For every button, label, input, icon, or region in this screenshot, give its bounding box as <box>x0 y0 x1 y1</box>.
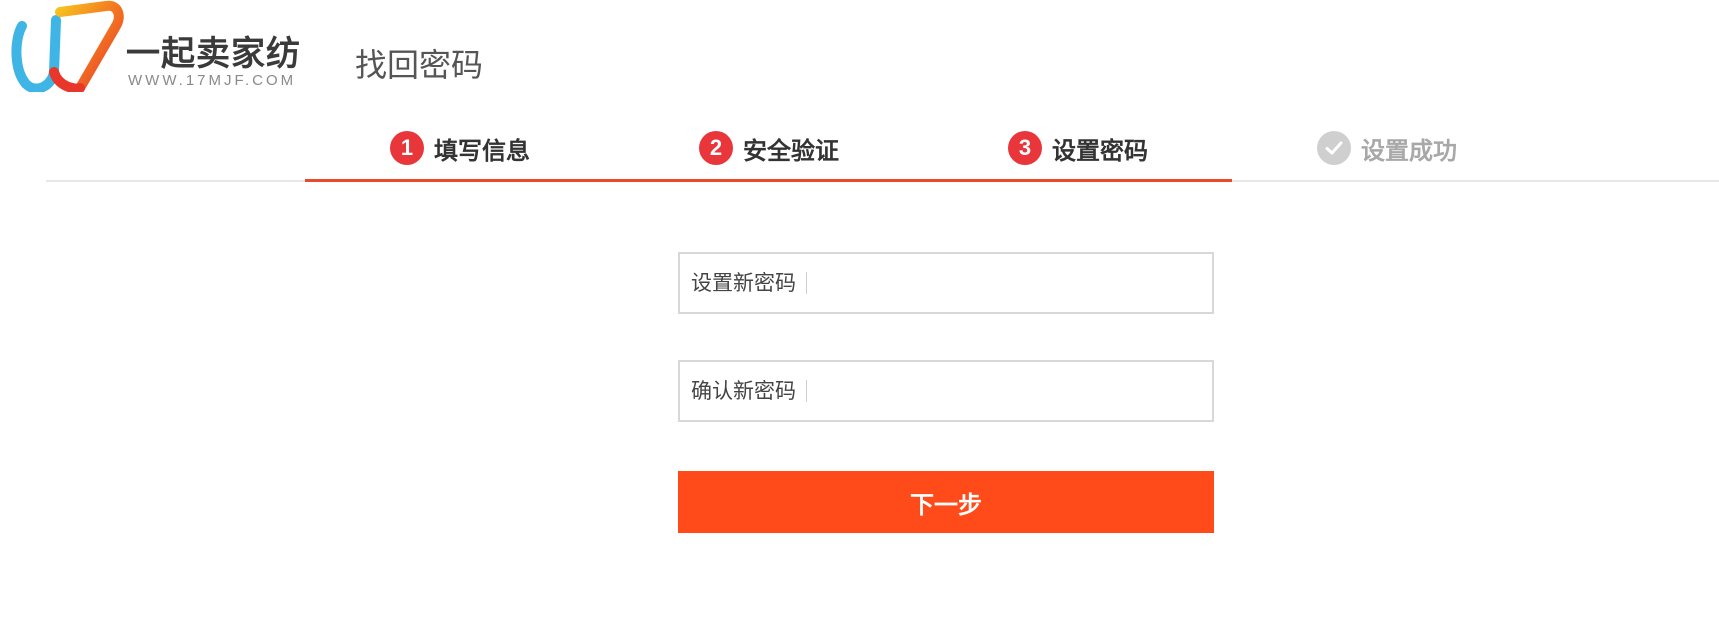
step-number-badge: 1 <box>390 131 424 165</box>
new-password-input[interactable] <box>807 254 1212 312</box>
step-security-verify: 2 安全验证 <box>699 131 839 165</box>
step-set-password: 3 设置密码 <box>1008 131 1148 165</box>
brand-url: WWW.17MJF.COM <box>128 72 297 89</box>
confirm-password-input[interactable] <box>807 362 1212 420</box>
brand-name: 一起卖家纺 <box>126 34 301 74</box>
steps-progress-bar <box>305 179 1232 182</box>
confirm-password-label: 确认新密码 <box>680 380 807 402</box>
step-fill-info: 1 填写信息 <box>390 131 530 165</box>
site-logo[interactable]: 一起卖家纺 WWW.17MJF.COM <box>8 0 301 92</box>
check-icon <box>1317 131 1351 165</box>
page: 一起卖家纺 WWW.17MJF.COM 找回密码 1 填写信息 2 安全验证 3… <box>0 0 1719 629</box>
step-success: 设置成功 <box>1317 131 1457 165</box>
logo-mark-icon <box>11 0 124 92</box>
step-label: 填写信息 <box>434 136 530 165</box>
step-number-badge: 3 <box>1008 131 1042 165</box>
step-label: 安全验证 <box>743 136 839 165</box>
next-step-button[interactable]: 下一步 <box>678 471 1214 533</box>
step-label: 设置密码 <box>1052 136 1148 165</box>
page-title: 找回密码 <box>355 46 484 84</box>
new-password-field: 设置新密码 <box>678 252 1214 314</box>
step-number-badge: 2 <box>699 131 733 165</box>
confirm-password-field: 确认新密码 <box>678 360 1214 422</box>
step-label: 设置成功 <box>1361 136 1457 165</box>
new-password-label: 设置新密码 <box>680 272 807 294</box>
